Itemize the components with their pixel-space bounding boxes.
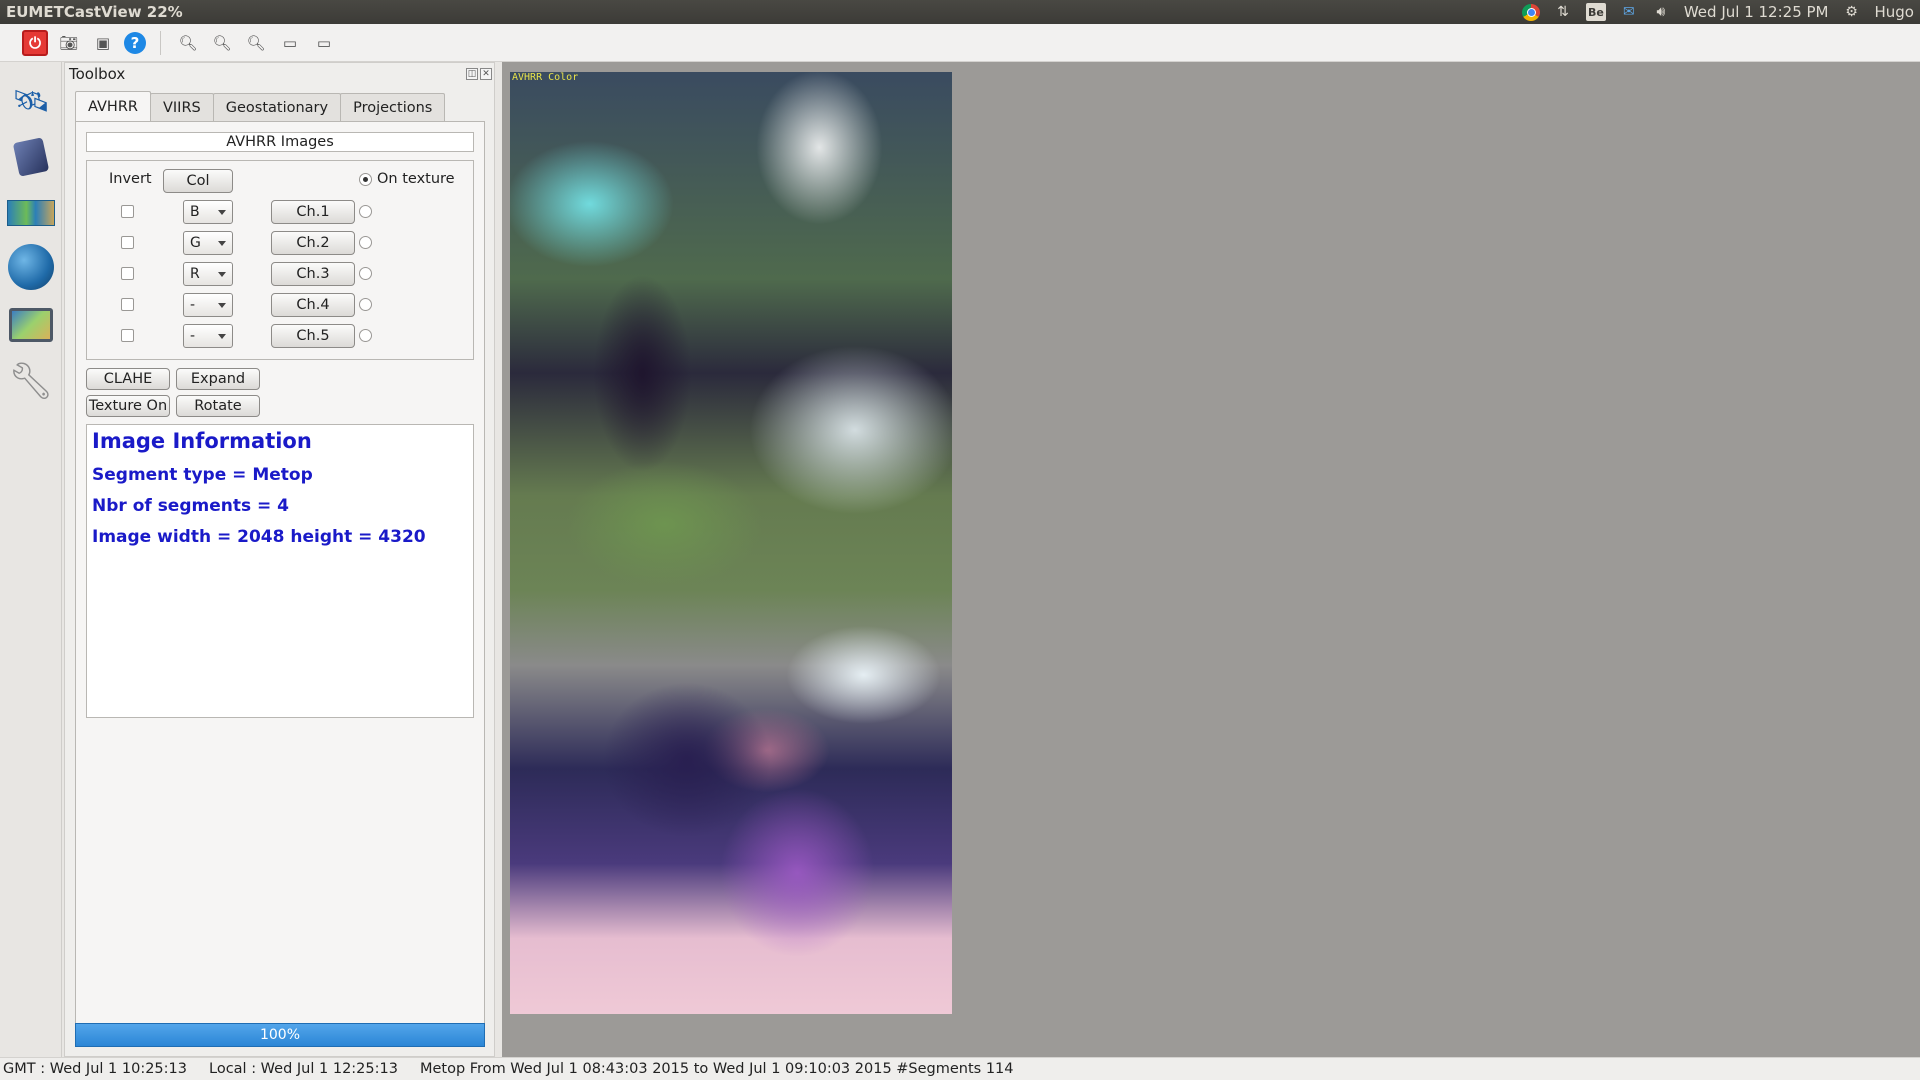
satellite-cube-icon[interactable] — [6, 132, 56, 182]
tab-viirs[interactable]: VIIRS — [149, 93, 214, 121]
zoom-reset-icon[interactable]: 🔍︎ — [243, 30, 269, 56]
color-select-value: G — [190, 235, 201, 251]
image-overlay-label: AVHRR Color — [512, 72, 579, 83]
color-select-3[interactable]: R — [183, 262, 233, 286]
channel-radio-1[interactable] — [359, 205, 372, 218]
color-select-value: - — [190, 328, 196, 344]
gmt-time: GMT : Wed Jul 1 10:25:13 — [3, 1061, 187, 1077]
channel-button-3[interactable]: Ch.3 — [271, 262, 355, 286]
window-title: EUMETCastView 22% — [6, 3, 183, 21]
zoom-out-icon[interactable]: 🔍︎ — [175, 30, 201, 56]
chrome-icon[interactable] — [1522, 3, 1540, 21]
invert-checkbox-2[interactable] — [121, 236, 134, 249]
pan-right-icon[interactable]: ▭ — [311, 30, 337, 56]
col-button[interactable]: Col — [163, 169, 233, 193]
network-icon[interactable]: ⇅ — [1554, 3, 1572, 21]
avhrr-tab-pane: AVHRR Images Invert Col On texture B Ch.… — [75, 121, 485, 1046]
tab-avhrr[interactable]: AVHRR — [75, 91, 151, 121]
color-select-value: B — [190, 204, 200, 220]
camera-icon[interactable]: 📷︎ — [56, 30, 82, 56]
satellite-icon[interactable]: 🛰︎ — [6, 76, 56, 126]
globe-icon[interactable] — [6, 242, 56, 292]
chevron-down-icon — [218, 334, 226, 339]
invert-checkbox-4[interactable] — [121, 298, 134, 311]
clahe-button[interactable]: CLAHE — [86, 368, 170, 390]
rotate-button[interactable]: Rotate — [176, 395, 260, 417]
channel-radio-4[interactable] — [359, 298, 372, 311]
clock[interactable]: Wed Jul 1 12:25 PM — [1684, 3, 1829, 21]
toolbar-divider — [160, 30, 161, 55]
channel-button-5[interactable]: Ch.5 — [271, 324, 355, 348]
channel-radio-5[interactable] — [359, 329, 372, 342]
mail-icon[interactable]: ✉ — [1620, 3, 1638, 21]
info-line: Nbr of segments = 4 — [92, 496, 290, 516]
toolbox-panel: Toolbox ◫ ✕ AVHRR VIIRS Geostationary Pr… — [64, 62, 495, 1057]
color-select-1[interactable]: B — [183, 200, 233, 224]
color-select-value: - — [190, 297, 196, 313]
texture-on-button[interactable]: Texture On — [86, 395, 170, 417]
close-icon[interactable]: ✕ — [480, 68, 492, 80]
progress-bar: 100% — [75, 1023, 485, 1047]
color-select-5[interactable]: - — [183, 324, 233, 348]
zoom-in-icon[interactable]: 🔍︎ — [209, 30, 235, 56]
invert-label: Invert — [109, 171, 152, 187]
channel-radio-3[interactable] — [359, 267, 372, 280]
channel-radio-2[interactable] — [359, 236, 372, 249]
image-view-icon[interactable] — [6, 300, 56, 350]
color-select-value: R — [190, 266, 200, 282]
satellite-image[interactable]: AVHRR Color — [510, 72, 952, 1014]
channel-button-2[interactable]: Ch.2 — [271, 231, 355, 255]
images-title: AVHRR Images — [86, 132, 474, 152]
left-dock: 🛰︎ 🔧︎ — [0, 62, 62, 1057]
invert-checkbox-5[interactable] — [121, 329, 134, 342]
float-icon[interactable]: ◫ — [466, 68, 478, 80]
segment-range: Metop From Wed Jul 1 08:43:03 2015 to We… — [419, 1061, 1014, 1077]
world-map-icon[interactable] — [6, 188, 56, 238]
user-name[interactable]: Hugo — [1875, 3, 1915, 21]
chevron-down-icon — [218, 272, 226, 277]
toolbox-tabs: AVHRR VIIRS Geostationary Projections — [75, 91, 446, 121]
on-texture-radio[interactable] — [359, 173, 372, 186]
gear-icon[interactable]: ⚙ — [1843, 3, 1861, 21]
top-panel: EUMETCastView 22% ⇅ Be ✉ 🔊︎ Wed Jul 1 12… — [0, 0, 1920, 24]
info-heading: Image Information — [92, 429, 312, 453]
pan-left-icon[interactable]: ▭ — [277, 30, 303, 56]
on-texture-label: On texture — [377, 171, 455, 187]
invert-checkbox-1[interactable] — [121, 205, 134, 218]
tab-projections[interactable]: Projections — [340, 93, 446, 121]
status-bar: GMT : Wed Jul 1 10:25:13 Local : Wed Jul… — [0, 1057, 1920, 1080]
toolbox-header: Toolbox ◫ ✕ — [65, 63, 494, 85]
channel-button-1[interactable]: Ch.1 — [271, 200, 355, 224]
volume-icon[interactable]: 🔊︎ — [1652, 3, 1670, 21]
screenshot-icon[interactable]: ▣ — [90, 30, 116, 56]
be-indicator-icon[interactable]: Be — [1586, 3, 1606, 21]
chevron-down-icon — [218, 241, 226, 246]
main-toolbar: ⏻ 📷︎ ▣ ? 🔍︎ 🔍︎ 🔍︎ ▭ ▭ — [0, 24, 1920, 62]
panel-splitter[interactable] — [495, 62, 501, 1057]
chevron-down-icon — [218, 303, 226, 308]
color-select-4[interactable]: - — [183, 293, 233, 317]
invert-checkbox-3[interactable] — [121, 267, 134, 280]
indicator-area: ⇅ Be ✉ 🔊︎ Wed Jul 1 12:25 PM ⚙ Hugo — [1522, 3, 1914, 21]
image-viewer[interactable]: AVHRR Color — [502, 62, 1920, 1057]
local-time: Local : Wed Jul 1 12:25:13 — [209, 1061, 398, 1077]
info-line: Segment type = Metop — [92, 465, 313, 485]
expand-button[interactable]: Expand — [176, 368, 260, 390]
info-line: Image width = 2048 height = 4320 — [92, 527, 426, 547]
tab-geostationary[interactable]: Geostationary — [212, 93, 342, 121]
toolbox-title: Toolbox — [69, 65, 126, 83]
chevron-down-icon — [218, 210, 226, 215]
color-select-2[interactable]: G — [183, 231, 233, 255]
channel-settings: Invert Col On texture B Ch.1 G Ch.2 R Ch… — [86, 160, 474, 360]
image-information: Image Information Segment type = Metop N… — [86, 424, 474, 718]
tools-icon[interactable]: 🔧︎ — [6, 356, 56, 406]
power-icon[interactable]: ⏻ — [22, 29, 48, 56]
help-icon[interactable]: ? — [124, 31, 146, 54]
channel-button-4[interactable]: Ch.4 — [271, 293, 355, 317]
